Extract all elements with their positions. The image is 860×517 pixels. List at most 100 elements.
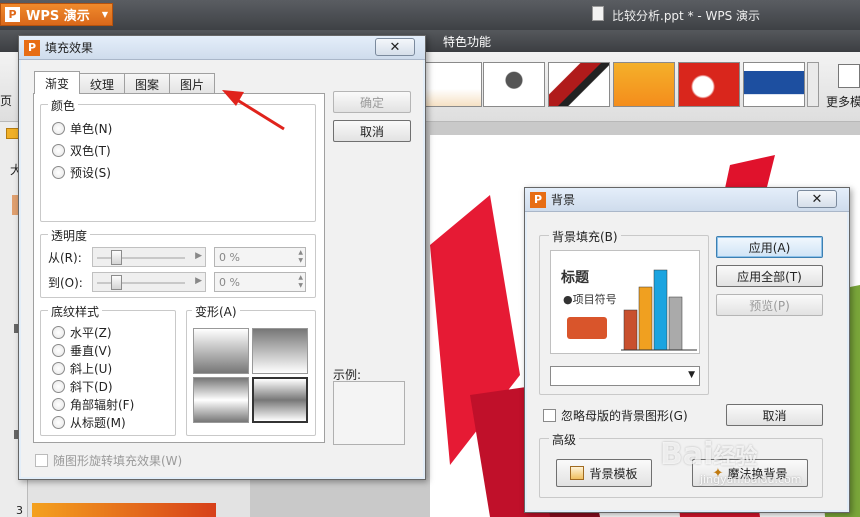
template-thumbnail[interactable] bbox=[743, 62, 805, 107]
chevron-down-icon: ▼ bbox=[688, 370, 695, 380]
from-percent-field[interactable]: 0 % ▲ ▼ bbox=[214, 247, 306, 267]
chevron-right-icon: ▶ bbox=[195, 276, 202, 286]
radio-icon bbox=[52, 166, 65, 179]
radio-one-color[interactable]: 单色(N) bbox=[52, 120, 112, 137]
radio-icon bbox=[52, 416, 65, 429]
more-templates-icon[interactable] bbox=[838, 64, 860, 88]
apply-button[interactable]: 应用(A) bbox=[716, 236, 823, 258]
checkbox-label: 忽略母版的背景图形(G) bbox=[561, 409, 688, 423]
radio-label: 双色(T) bbox=[70, 144, 111, 158]
template-thumbnail[interactable] bbox=[548, 62, 610, 107]
tab-pattern[interactable]: 图案 bbox=[124, 73, 171, 94]
window-title: 比较分析.ppt * - WPS 演示 bbox=[612, 9, 761, 23]
radio-from-corner[interactable]: 角部辐射(F) bbox=[52, 396, 134, 413]
radio-label: 斜上(U) bbox=[70, 362, 113, 376]
radio-label: 角部辐射(F) bbox=[70, 398, 135, 412]
radio-label: 水平(Z) bbox=[70, 326, 112, 340]
radio-label: 斜下(D) bbox=[70, 380, 113, 394]
radio-icon bbox=[52, 398, 65, 411]
transparency-group-label: 透明度 bbox=[48, 227, 91, 244]
to-label: 到(O): bbox=[48, 276, 83, 290]
tab-gradient[interactable]: 渐变 bbox=[34, 71, 81, 94]
radio-label: 预设(S) bbox=[70, 166, 111, 180]
chevron-right-icon: ▶ bbox=[195, 251, 202, 261]
close-button[interactable]: ✕ bbox=[375, 38, 415, 56]
template-thumbnail[interactable] bbox=[420, 62, 482, 107]
rotate-with-shape-checkbox[interactable]: 随图形旋转填充效果(W) bbox=[35, 452, 182, 469]
fill-tabs: 渐变 纹理 图案 图片 bbox=[34, 71, 216, 94]
close-icon: ✕ bbox=[811, 191, 823, 207]
bg-dialog-title: 背景 bbox=[551, 193, 576, 207]
preview-bar bbox=[653, 269, 668, 351]
radio-icon bbox=[52, 344, 65, 357]
wps-logo-icon: P bbox=[5, 7, 20, 22]
bg-template-button[interactable]: 背景模板 bbox=[556, 459, 652, 487]
fill-dialog-title: 填充效果 bbox=[45, 41, 94, 55]
wps-menu-label: WPS 演示 bbox=[26, 9, 90, 24]
preview-shape bbox=[567, 317, 607, 339]
to-percent-field[interactable]: 0 % ▲ ▼ bbox=[214, 272, 306, 292]
checkbox-icon bbox=[543, 409, 556, 422]
radio-icon bbox=[52, 326, 65, 339]
bg-preview: 标题 ●项目符号 bbox=[550, 250, 700, 354]
radio-icon bbox=[52, 122, 65, 135]
checkbox-label: 随图形旋转填充效果(W) bbox=[53, 454, 183, 468]
spinner-icon[interactable]: ▲ ▼ bbox=[298, 249, 303, 265]
radio-icon bbox=[52, 380, 65, 393]
spinner-icon[interactable]: ▲ ▼ bbox=[298, 274, 303, 290]
more-templates-label[interactable]: 更多模 bbox=[826, 93, 860, 110]
radio-vertical[interactable]: 垂直(V) bbox=[52, 342, 112, 359]
wps-logo-icon: P bbox=[530, 191, 546, 208]
radio-two-colors[interactable]: 双色(T) bbox=[52, 142, 111, 159]
radio-horizontal[interactable]: 水平(Z) bbox=[52, 324, 112, 341]
chevron-down-icon: ▼ bbox=[101, 10, 108, 19]
apply-all-button[interactable]: 应用全部(T) bbox=[716, 265, 823, 287]
slide-thumbnail[interactable] bbox=[32, 503, 216, 517]
checkbox-icon bbox=[35, 454, 48, 467]
bg-fill-label: 背景填充(B) bbox=[549, 228, 621, 245]
from-slider[interactable]: ▶ bbox=[92, 247, 206, 267]
variant-swatch[interactable] bbox=[193, 328, 249, 374]
arrow-shaft bbox=[233, 96, 285, 131]
cancel-button[interactable]: 取消 bbox=[333, 120, 411, 142]
radio-from-title[interactable]: 从标题(M) bbox=[52, 414, 126, 431]
annotation-arrow-icon bbox=[222, 90, 285, 131]
wps-logo-icon: P bbox=[24, 39, 40, 56]
radio-label: 垂直(V) bbox=[70, 344, 112, 358]
radio-diagonal-up[interactable]: 斜上(U) bbox=[52, 360, 112, 377]
template-thumbnail[interactable] bbox=[613, 62, 675, 107]
variant-swatch[interactable] bbox=[252, 328, 308, 374]
variant-swatch[interactable] bbox=[252, 377, 308, 423]
template-thumbnail[interactable] bbox=[678, 62, 740, 107]
radio-preset[interactable]: 预设(S) bbox=[52, 164, 111, 181]
radio-label: 单色(N) bbox=[70, 122, 113, 136]
template-scrollbar[interactable] bbox=[807, 62, 819, 107]
variant-swatch[interactable] bbox=[193, 377, 249, 423]
radio-icon bbox=[52, 144, 65, 157]
radio-diagonal-down[interactable]: 斜下(D) bbox=[52, 378, 113, 395]
ribbon-left-label: 页 bbox=[0, 94, 13, 108]
preview-bar bbox=[623, 309, 638, 351]
slider-handle[interactable] bbox=[111, 250, 122, 265]
watermark-brand: Bai经验 bbox=[660, 437, 758, 472]
to-slider[interactable]: ▶ bbox=[92, 272, 206, 292]
bg-cancel-button[interactable]: 取消 bbox=[726, 404, 823, 426]
preview-bar bbox=[638, 286, 653, 351]
close-icon: ✕ bbox=[389, 39, 401, 55]
fill-type-dropdown[interactable]: ▼ bbox=[550, 366, 700, 386]
fill-dialog-titlebar: P 填充效果 bbox=[19, 36, 425, 60]
ok-button[interactable]: 确定 bbox=[333, 91, 411, 113]
tab-picture[interactable]: 图片 bbox=[169, 73, 216, 94]
slider-handle[interactable] bbox=[111, 275, 122, 290]
wps-menu-button[interactable]: P WPS 演示 ▼ bbox=[0, 3, 113, 26]
close-button[interactable]: ✕ bbox=[797, 190, 837, 208]
ignore-master-checkbox[interactable]: 忽略母版的背景图形(G) bbox=[543, 407, 688, 424]
watermark-url: jingyan.baidu.com bbox=[700, 473, 802, 486]
tab-texture[interactable]: 纹理 bbox=[79, 73, 126, 94]
template-thumbnail[interactable] bbox=[483, 62, 545, 107]
menu-special-features[interactable]: 特色功能 bbox=[443, 33, 491, 50]
variants-group-label: 变形(A) bbox=[192, 303, 240, 320]
template-icon bbox=[570, 466, 585, 480]
preview-button[interactable]: 预览(P) bbox=[716, 294, 823, 316]
preview-title: 标题 bbox=[561, 270, 589, 286]
